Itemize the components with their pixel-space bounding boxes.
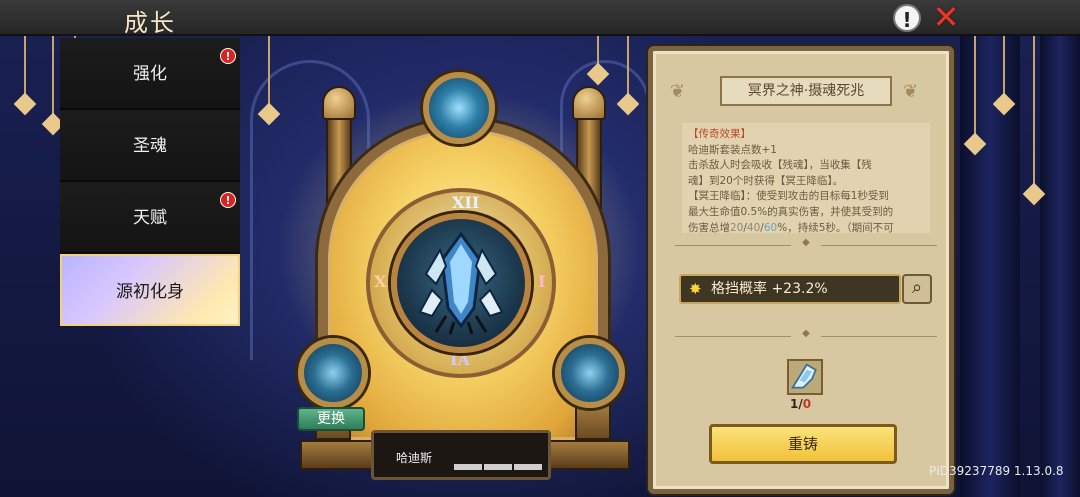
desc-line: 最大生命值0.5%的真实伤害，并使其受到的 bbox=[688, 205, 894, 218]
alert-badge-icon: ! bbox=[220, 48, 236, 64]
build-version-label: PID39237789 1.13.0.8 bbox=[929, 464, 1064, 478]
desc-line: 击杀敌人时会吸收【残魂】，当收集【残 bbox=[688, 159, 872, 172]
desc-line: 魂】到20个时获得【冥王降临】。 bbox=[688, 174, 844, 187]
desc-text: %，持续5秒。（期间不可 bbox=[777, 221, 894, 233]
crystal-shard-icon[interactable] bbox=[787, 359, 823, 395]
desc-line: 伤害总增20/40/60%，持续5秒。（期间不可 bbox=[688, 221, 924, 233]
level-segment bbox=[514, 464, 542, 470]
bone-fish-icon[interactable] bbox=[555, 338, 625, 408]
lightning-rune-icon[interactable] bbox=[298, 338, 368, 408]
desc-line: 哈迪斯套装点数+1 bbox=[688, 143, 777, 156]
divider-ornament-icon: ◆ bbox=[791, 328, 821, 339]
divider-ornament-icon: ◆ bbox=[791, 237, 821, 248]
crystal-shard-art bbox=[790, 363, 817, 389]
page-title: 成长 bbox=[124, 9, 176, 37]
exclamation-icon[interactable]: ! bbox=[893, 4, 921, 32]
count-need: 0 bbox=[802, 397, 812, 411]
magnifier-icon[interactable]: ⌕ bbox=[902, 274, 932, 304]
hanging-star-ornament bbox=[268, 36, 270, 106]
hero-name: 哈迪斯 bbox=[396, 451, 433, 465]
level-segment bbox=[484, 464, 512, 470]
desc-text: 伤害总增 bbox=[688, 221, 730, 233]
numeral-top: XII bbox=[452, 193, 480, 212]
desc-line: 【冥王降临】：使受到攻击的目标每1秒受到 bbox=[688, 190, 889, 203]
numeral-left: X bbox=[374, 272, 387, 291]
background-column bbox=[1040, 36, 1080, 497]
tier-value: 40 bbox=[746, 221, 761, 233]
hanging-star-ornament bbox=[1003, 36, 1005, 96]
hanging-star-ornament bbox=[597, 36, 599, 66]
hero-name-plate: 哈迪斯 bbox=[371, 430, 551, 480]
hero-level-bars bbox=[454, 455, 546, 470]
legendary-effect-description[interactable]: 【传奇效果】 哈迪斯套装点数+1 击杀敌人时会吸收【残魂】，当收集【残 魂】到2… bbox=[682, 123, 930, 233]
pillar-finial-icon bbox=[322, 86, 356, 120]
hanging-star-ornament bbox=[52, 36, 54, 116]
tab-label: 强化 bbox=[133, 64, 167, 84]
flourish-left-icon: ❦ bbox=[670, 81, 686, 102]
pillar-finial-icon bbox=[572, 86, 606, 120]
tier-value: 60 bbox=[763, 221, 778, 233]
tier-value: 20 bbox=[730, 221, 744, 233]
tab-label: 天赋 bbox=[133, 208, 167, 228]
level-segment bbox=[454, 464, 482, 470]
title-bar: 成长 ! ✕ bbox=[0, 0, 1080, 37]
stat-label: 格挡概率 +23.2% bbox=[711, 281, 828, 297]
hanging-star-ornament bbox=[974, 36, 976, 136]
hanging-star-ornament bbox=[24, 36, 26, 96]
stat-row: ✸ 格挡概率 +23.2% bbox=[679, 274, 901, 304]
desc-line: 【传奇效果】 bbox=[688, 128, 751, 140]
tab-talent[interactable]: 天赋 ! bbox=[60, 182, 240, 254]
flourish-right-icon: ❦ bbox=[903, 81, 919, 102]
alert-badge-icon: ! bbox=[220, 192, 236, 208]
spider-emblem-icon bbox=[423, 72, 495, 144]
crystal-crab-icon bbox=[418, 231, 504, 335]
tab-label: 圣魂 bbox=[133, 136, 167, 156]
tab-primordial-avatar[interactable]: 源初化身 bbox=[60, 254, 240, 326]
hanging-star-ornament bbox=[1033, 36, 1035, 186]
swap-button[interactable]: 更换 bbox=[297, 407, 365, 431]
growth-tabs: 强化 ! 圣魂 天赋 ! 源初化身 bbox=[60, 38, 240, 326]
set-title: 冥界之神·摄魂死兆 bbox=[720, 76, 892, 106]
tab-holy-soul[interactable]: 圣魂 bbox=[60, 110, 240, 182]
material-count: 1/0 bbox=[790, 397, 811, 411]
close-x-icon[interactable]: ✕ bbox=[930, 1, 962, 34]
detail-panel: ❦ 冥界之神·摄魂死兆 ❦ 【传奇效果】 哈迪斯套装点数+1 击杀敌人时会吸收【… bbox=[648, 46, 954, 494]
hanging-star-ornament bbox=[627, 36, 629, 96]
tab-enhance[interactable]: 强化 ! bbox=[60, 38, 240, 110]
reforge-button[interactable]: 重铸 bbox=[709, 424, 897, 464]
star-burst-icon: ✸ bbox=[689, 280, 702, 298]
tab-label: 源初化身 bbox=[116, 282, 184, 302]
numeral-right: I bbox=[538, 272, 546, 291]
